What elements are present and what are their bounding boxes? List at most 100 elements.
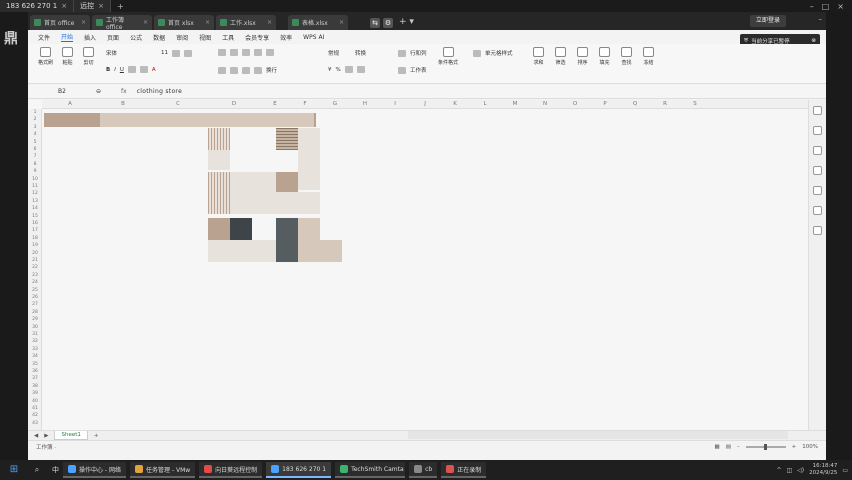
menu-item-ai[interactable]: WPS AI: [303, 34, 324, 41]
clock[interactable]: 16:18:47 2024/9/25: [809, 463, 837, 477]
menu-item-home[interactable]: 开始: [61, 32, 74, 42]
column-header[interactable]: A: [42, 100, 98, 109]
align-right-icon[interactable]: [242, 66, 250, 74]
cond-format-button[interactable]: 条件格式: [438, 47, 458, 66]
column-header[interactable]: E: [260, 100, 290, 109]
name-box[interactable]: B2: [40, 86, 96, 98]
outdent-icon[interactable]: [266, 49, 274, 56]
share-icon[interactable]: [813, 206, 822, 215]
formula-input[interactable]: clothing store: [137, 88, 182, 95]
filter-button[interactable]: 筛选: [555, 47, 566, 66]
row-header[interactable]: 2: [28, 116, 42, 123]
cell-grid[interactable]: [42, 109, 808, 430]
next-sheet-icon[interactable]: ▶: [44, 433, 48, 439]
row-header[interactable]: 19: [28, 242, 42, 249]
row-header[interactable]: 11: [28, 183, 42, 190]
windows-start-icon[interactable]: ⊞: [6, 463, 22, 477]
row-col-button[interactable]: 行和列: [410, 49, 427, 57]
bold-icon[interactable]: B: [106, 67, 110, 73]
column-header[interactable]: M: [500, 100, 530, 109]
border-icon[interactable]: [127, 66, 136, 73]
row-header[interactable]: 12: [28, 190, 42, 197]
justify-icon[interactable]: [254, 66, 262, 74]
menu-item[interactable]: 公式: [130, 33, 142, 42]
minimize-icon[interactable]: –: [810, 2, 814, 11]
row-header[interactable]: 32: [28, 338, 42, 345]
row-header[interactable]: 9: [28, 168, 42, 175]
row-header[interactable]: 4: [28, 131, 42, 138]
row-header[interactable]: 17: [28, 227, 42, 234]
column-header[interactable]: I: [380, 100, 410, 109]
wrap-button[interactable]: 换行: [266, 66, 277, 74]
row-header[interactable]: 5: [28, 139, 42, 146]
row-header[interactable]: 24: [28, 279, 42, 286]
format-painter-button[interactable]: 格式刷: [38, 47, 53, 66]
column-header[interactable]: H: [350, 100, 380, 109]
vertical-scrollbar[interactable]: [808, 100, 826, 430]
row-header[interactable]: 37: [28, 375, 42, 382]
close-icon[interactable]: ×: [837, 2, 844, 11]
row-header[interactable]: 27: [28, 301, 42, 308]
number-format-select[interactable]: 常规: [328, 49, 339, 57]
add-sheet-button[interactable]: +: [94, 433, 99, 439]
close-icon[interactable]: ×: [339, 19, 344, 26]
worksheet-button[interactable]: 工作表: [410, 66, 427, 74]
close-icon[interactable]: ×: [267, 19, 272, 26]
row-header[interactable]: 42: [28, 412, 42, 419]
notification-icon[interactable]: ▭: [842, 467, 848, 474]
align-middle-icon[interactable]: [230, 49, 238, 56]
row-header[interactable]: 26: [28, 294, 42, 301]
row-header[interactable]: 6: [28, 146, 42, 153]
row-header[interactable]: 16: [28, 220, 42, 227]
row-header[interactable]: 31: [28, 331, 42, 338]
menu-item[interactable]: 页面: [107, 33, 119, 42]
backup-icon[interactable]: [813, 186, 822, 195]
fx-icon[interactable]: fx: [121, 88, 127, 95]
column-header[interactable]: J: [410, 100, 440, 109]
share-icon[interactable]: ⇆: [370, 17, 380, 28]
style-icon[interactable]: [813, 146, 822, 155]
column-header[interactable]: N: [530, 100, 560, 109]
menu-item[interactable]: 数据: [153, 33, 165, 42]
menu-item[interactable]: 插入: [84, 33, 96, 42]
taskbar-item[interactable]: TechSmith Camta: [335, 462, 406, 478]
search-icon[interactable]: ⌕: [28, 463, 46, 477]
help-icon[interactable]: [813, 226, 822, 235]
zoom-out-icon[interactable]: –: [737, 444, 740, 450]
close-icon[interactable]: ×: [98, 2, 104, 10]
zoom-icon[interactable]: ⊖: [96, 88, 101, 95]
row-header[interactable]: 22: [28, 264, 42, 271]
row-header[interactable]: 28: [28, 309, 42, 316]
gear-icon[interactable]: ⚙: [383, 17, 393, 28]
column-header[interactable]: K: [440, 100, 470, 109]
row-header[interactable]: 10: [28, 176, 42, 183]
row-header[interactable]: 30: [28, 324, 42, 331]
doc-tab-4[interactable]: 工作.xlsx ×: [216, 15, 276, 30]
row-header[interactable]: 15: [28, 213, 42, 220]
taskbar-item[interactable]: 操作中心 - 网络: [63, 462, 126, 478]
column-header[interactable]: O: [560, 100, 590, 109]
freeze-button[interactable]: 冻结: [643, 47, 654, 66]
paste-button[interactable]: 粘贴: [62, 47, 73, 66]
menu-item[interactable]: 文件: [38, 33, 50, 42]
shape-icon[interactable]: [813, 166, 822, 175]
row-header[interactable]: 21: [28, 257, 42, 264]
column-header[interactable]: G: [320, 100, 350, 109]
taskbar-item[interactable]: cb: [409, 462, 438, 478]
row-header[interactable]: 43: [28, 420, 42, 427]
indent-icon[interactable]: [254, 49, 262, 56]
row-header[interactable]: 20: [28, 250, 42, 257]
row-header[interactable]: 8: [28, 161, 42, 168]
convert-button[interactable]: 转换: [355, 49, 366, 57]
remote-session-tab[interactable]: 183 626 270 1 ×: [0, 0, 75, 12]
close-icon[interactable]: ×: [143, 19, 148, 26]
volume-icon[interactable]: ◁): [797, 467, 804, 474]
row-header[interactable]: 25: [28, 287, 42, 294]
ime-indicator[interactable]: 中: [52, 465, 59, 475]
chevron-up-icon[interactable]: ^: [776, 467, 781, 474]
menu-item[interactable]: 会员专享: [245, 33, 269, 42]
row-header[interactable]: 1: [28, 109, 42, 116]
row-header[interactable]: 40: [28, 398, 42, 405]
close-icon[interactable]: ×: [61, 2, 67, 10]
row-header[interactable]: 34: [28, 353, 42, 360]
